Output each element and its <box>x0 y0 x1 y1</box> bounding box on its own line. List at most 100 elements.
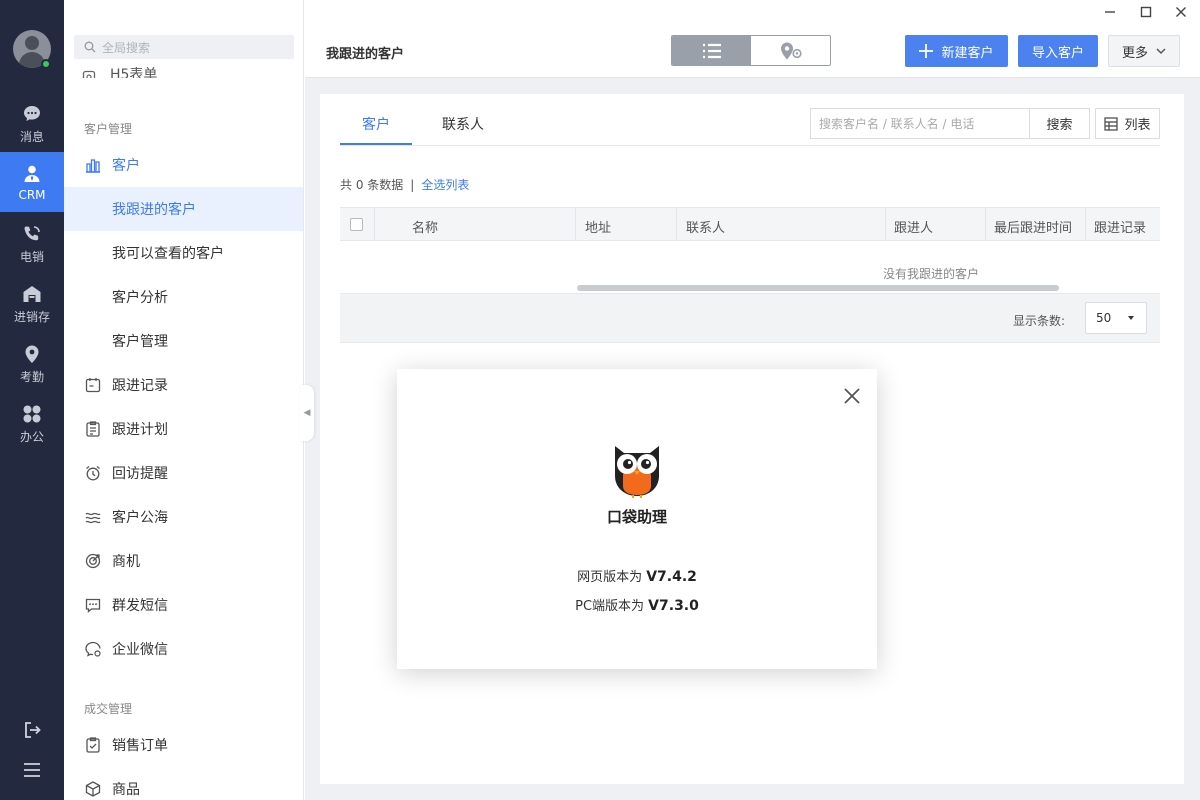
message-icon <box>85 598 101 613</box>
table-header: 名称 地址 联系人 跟进人 最后跟进时间 跟进记录 <box>340 207 1160 241</box>
window-titlebar <box>305 0 1200 24</box>
sidebar-item-enterprise-wechat[interactable]: 企业微信 <box>64 627 303 671</box>
column-header-follower[interactable]: 跟进人 <box>894 217 933 236</box>
rail-item-office[interactable]: 办公 <box>0 394 64 454</box>
more-label: 更多 <box>1121 45 1148 61</box>
sidebar-item-customer-analysis[interactable]: 客户分析 <box>64 275 303 319</box>
chevron-left-icon: ◀ <box>303 408 311 418</box>
sidebar-item-bulk-sms[interactable]: 群发短信 <box>64 583 303 627</box>
maximize-icon <box>1140 6 1152 18</box>
box-icon <box>85 781 101 797</box>
global-search-input[interactable]: 全局搜索 <box>74 35 294 59</box>
rail-label: 办公 <box>19 430 44 444</box>
sidebar-item-customer[interactable]: 客户 <box>64 143 303 187</box>
sidebar-item-follow-plan[interactable]: 跟进计划 <box>64 407 303 451</box>
phone-icon <box>24 226 40 241</box>
pc-version-value: V7.3.0 <box>648 598 699 614</box>
logout-button[interactable] <box>0 715 64 745</box>
sidebar-item-label: 我可以查看的客户 <box>112 246 224 262</box>
sidebar-item-customer-management[interactable]: 客户管理 <box>64 319 303 363</box>
alarm-icon <box>86 465 100 481</box>
horizontal-scrollbar[interactable] <box>577 285 1059 291</box>
column-header-follow-records[interactable]: 跟进记录 <box>1094 217 1146 236</box>
column-header-address[interactable]: 地址 <box>585 217 611 236</box>
import-customer-label: 导入客户 <box>1031 45 1084 61</box>
rail-item-crm[interactable]: CRM <box>0 152 64 212</box>
column-header-last-follow-time[interactable]: 最后跟进时间 <box>994 217 1072 236</box>
close-window-button[interactable] <box>1170 2 1192 22</box>
sidebar-item-viewable-customers[interactable]: 我可以查看的客户 <box>64 231 303 275</box>
sidebar-item-my-followed-customers[interactable]: 我跟进的客户 <box>64 187 303 231</box>
new-customer-button[interactable]: 新建客户 <box>905 35 1008 67</box>
web-version-line: 网页版本为 V7.4.2 <box>397 566 877 585</box>
web-version-label: 网页版本为 <box>577 570 643 585</box>
caret-down-icon <box>1128 316 1134 320</box>
online-status-dot <box>41 59 51 69</box>
more-dropdown[interactable]: 更多 <box>1108 35 1180 67</box>
column-divider <box>374 208 375 240</box>
columns-button[interactable]: 列表 <box>1095 108 1160 139</box>
customer-search-input[interactable]: 搜索客户名 / 联系人名 / 电话 <box>810 108 1030 139</box>
map-pin-icon <box>780 42 802 59</box>
pc-version-label: PC端版本为 <box>575 599 645 614</box>
list-view-button[interactable] <box>672 36 751 65</box>
page-size-select[interactable]: 50 <box>1085 302 1147 334</box>
close-icon[interactable] <box>841 385 863 407</box>
search-button[interactable]: 搜索 <box>1029 108 1090 139</box>
plus-icon <box>919 44 934 58</box>
sidebar-item-label: H5表单 <box>110 67 158 78</box>
chat-icon <box>24 106 40 121</box>
sidebar-item-label: 客户管理 <box>112 334 168 350</box>
web-version-value: V7.4.2 <box>646 569 697 585</box>
sidebar-item-products[interactable]: 商品 <box>64 767 303 800</box>
sidebar-item-follow-records[interactable]: 跟进记录 <box>64 363 303 407</box>
select-all-link[interactable]: 全选列表 <box>421 178 469 192</box>
close-icon <box>1176 7 1186 17</box>
sidebar-item-label: 客户分析 <box>112 290 168 306</box>
columns-label: 列表 <box>1124 118 1151 133</box>
maximize-button[interactable] <box>1135 2 1157 22</box>
view-toggle <box>671 35 831 66</box>
pc-version-line: PC端版本为 V7.3.0 <box>397 595 877 614</box>
list-icon <box>702 43 721 58</box>
collapse-sidebar-button[interactable]: ◀ <box>300 385 314 441</box>
rail-item-attendance[interactable]: 考勤 <box>0 334 64 394</box>
sidebar-item-label: 商机 <box>112 554 140 570</box>
main-menu-button[interactable] <box>0 755 64 785</box>
about-dialog: 口袋助理 网页版本为 V7.4.2 PC端版本为 V7.3.0 <box>397 369 877 669</box>
map-view-button[interactable] <box>751 36 830 65</box>
brand-name: 口袋助理 <box>606 508 667 526</box>
sidebar-item-label: 我跟进的客户 <box>112 202 196 218</box>
rail-item-inventory[interactable]: 进销存 <box>0 274 64 334</box>
sidebar-item-sales-order[interactable]: 销售订单 <box>64 723 303 767</box>
column-header-contact[interactable]: 联系人 <box>686 217 725 236</box>
search-placeholder: 搜索客户名 / 联系人名 / 电话 <box>819 117 975 131</box>
select-all-checkbox[interactable] <box>350 218 363 231</box>
tab-customers[interactable]: 客户 <box>362 114 390 146</box>
tab-contacts[interactable]: 联系人 <box>442 114 484 146</box>
column-divider <box>885 208 886 240</box>
owl-logo-icon <box>615 446 659 498</box>
rail-item-telesales[interactable]: 电销 <box>0 214 64 274</box>
count-text: 共 0 条数据 <box>340 178 404 192</box>
column-header-name[interactable]: 名称 <box>412 217 438 236</box>
sidebar-item-opportunity[interactable]: 商机 <box>64 539 303 583</box>
minimize-icon <box>1105 11 1115 13</box>
import-customer-button[interactable]: 导入客户 <box>1018 35 1098 67</box>
rail-item-messages[interactable]: 消息 <box>0 94 64 154</box>
location-pin-icon <box>25 345 39 363</box>
column-divider <box>985 208 986 240</box>
sidebar-item-label: 跟进记录 <box>112 378 168 394</box>
clipboard-icon <box>86 421 100 437</box>
sidebar-item-customer-pool[interactable]: 客户公海 <box>64 495 303 539</box>
search-icon <box>84 41 96 53</box>
pagination-bar: 显示条数: 50 <box>340 293 1160 343</box>
page-title: 我跟进的客户 <box>326 47 405 62</box>
column-divider <box>676 208 677 240</box>
sidebar-item-revisit-reminder[interactable]: 回访提醒 <box>64 451 303 495</box>
page-size-label: 显示条数: <box>1013 314 1066 328</box>
minimize-button[interactable] <box>1099 2 1121 22</box>
sidebar-item-h5-form[interactable]: H5表单 <box>82 61 157 78</box>
sidebar-item-label: 销售订单 <box>112 738 168 754</box>
app-rail: 消息 CRM 电销 进销存 考勤 办公 <box>0 0 64 800</box>
